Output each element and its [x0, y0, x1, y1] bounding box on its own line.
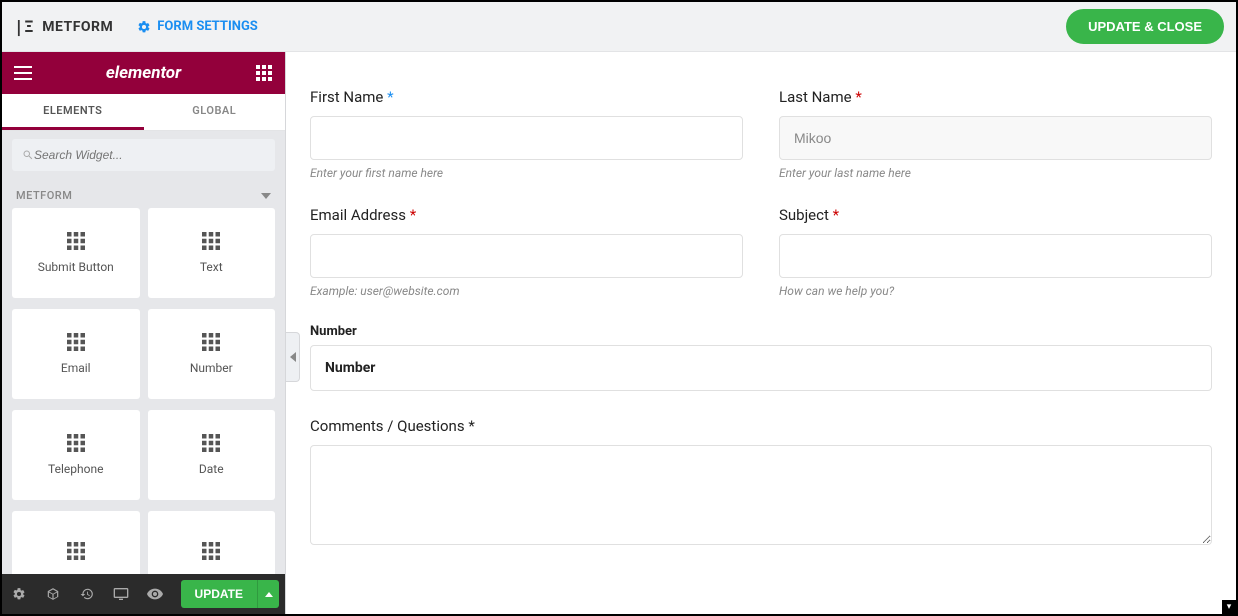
- tab-global[interactable]: GLOBAL: [144, 94, 286, 130]
- grid-icon: [202, 333, 220, 351]
- metform-brand: |Ξ METFORM: [14, 17, 113, 36]
- sidebar-collapse-handle[interactable]: [286, 332, 300, 382]
- sidebar: elementor ELEMENTS GLOBAL METFORM: [2, 52, 286, 614]
- update-button[interactable]: UPDATE: [181, 580, 257, 608]
- sidebar-header: elementor: [2, 52, 285, 94]
- widget-submit-button[interactable]: Submit Button: [12, 208, 140, 298]
- label-text: Last Name: [779, 88, 852, 106]
- widget-label: Submit Button: [38, 260, 114, 274]
- grid-icon: [67, 434, 85, 452]
- widget-label: Date: [199, 462, 224, 476]
- number-section-label: Number: [310, 324, 1212, 339]
- first-name-input[interactable]: [310, 116, 743, 160]
- search-widget-wrap: [12, 139, 275, 171]
- widget-text[interactable]: Text: [148, 208, 276, 298]
- comments-textarea[interactable]: [310, 445, 1212, 545]
- label-text: Comments / Questions: [310, 417, 465, 435]
- subject-input[interactable]: [779, 234, 1212, 278]
- widget-label: Text: [200, 260, 223, 274]
- preview-button[interactable]: [138, 574, 172, 614]
- form-settings-button[interactable]: FORM SETTINGS: [137, 19, 258, 34]
- required-indicator: *: [468, 417, 474, 435]
- grid-icon: [202, 434, 220, 452]
- widget-grid: Submit Button Text Email Number Telephon…: [2, 208, 285, 614]
- scroll-down-icon[interactable]: ▾: [1222, 600, 1236, 614]
- last-name-input[interactable]: [779, 116, 1212, 160]
- grid-icon: [67, 542, 85, 560]
- subject-help: How can we help you?: [779, 284, 1212, 298]
- required-indicator: *: [387, 88, 393, 106]
- update-caret-button[interactable]: [257, 580, 279, 608]
- metform-brand-label: METFORM: [42, 19, 113, 35]
- comments-label: Comments / Questions *: [310, 417, 1212, 435]
- responsive-button[interactable]: [104, 574, 138, 614]
- metform-logo-icon: |Ξ: [14, 17, 34, 36]
- update-and-close-button[interactable]: UPDATE & CLOSE: [1066, 9, 1224, 44]
- history-button[interactable]: [70, 574, 104, 614]
- widget-date[interactable]: Date: [148, 410, 276, 500]
- form-canvas[interactable]: First Name * Enter your first name here …: [286, 52, 1236, 614]
- form-settings-label: FORM SETTINGS: [157, 19, 258, 34]
- required-indicator: *: [410, 206, 416, 224]
- widget-email[interactable]: Email: [12, 309, 140, 399]
- tab-elements[interactable]: ELEMENTS: [2, 94, 144, 130]
- widget-label: Email: [61, 361, 91, 375]
- widgets-grid-button[interactable]: [243, 65, 285, 81]
- required-indicator: *: [855, 88, 861, 106]
- search-icon: [22, 149, 34, 161]
- widget-number[interactable]: Number: [148, 309, 276, 399]
- number-widget-placeholder[interactable]: Number Number: [310, 324, 1212, 391]
- label-text: First Name: [310, 88, 383, 106]
- sidebar-footer: UPDATE: [2, 574, 285, 614]
- chevron-down-icon: [261, 193, 271, 199]
- hamburger-menu-button[interactable]: [2, 66, 44, 80]
- number-box: Number: [310, 345, 1212, 391]
- email-help: Example: user@website.com: [310, 284, 743, 298]
- email-input[interactable]: [310, 234, 743, 278]
- email-label: Email Address *: [310, 206, 743, 224]
- label-text: Email Address: [310, 206, 406, 224]
- subject-label: Subject *: [779, 206, 1212, 224]
- widget-label: Telephone: [48, 462, 103, 476]
- search-input[interactable]: [34, 148, 265, 162]
- grid-icon: [67, 333, 85, 351]
- elementor-brand-label: elementor: [44, 63, 243, 83]
- last-name-label: Last Name *: [779, 88, 1212, 106]
- last-name-help: Enter your last name here: [779, 166, 1212, 180]
- grid-icon: [202, 232, 220, 250]
- label-text: Subject: [779, 206, 829, 224]
- gear-icon: [137, 20, 151, 34]
- top-bar: |Ξ METFORM FORM SETTINGS UPDATE & CLOSE: [2, 2, 1236, 52]
- widget-category-label: METFORM: [16, 189, 72, 202]
- first-name-label: First Name *: [310, 88, 743, 106]
- settings-button[interactable]: [2, 574, 36, 614]
- grid-icon: [67, 232, 85, 250]
- first-name-help: Enter your first name here: [310, 166, 743, 180]
- grid-icon: [202, 542, 220, 560]
- required-indicator: *: [833, 206, 839, 224]
- navigator-button[interactable]: [36, 574, 70, 614]
- widget-label: Number: [190, 361, 233, 375]
- widget-telephone[interactable]: Telephone: [12, 410, 140, 500]
- widget-category-metform[interactable]: METFORM: [2, 179, 285, 208]
- sidebar-tabs: ELEMENTS GLOBAL: [2, 94, 285, 131]
